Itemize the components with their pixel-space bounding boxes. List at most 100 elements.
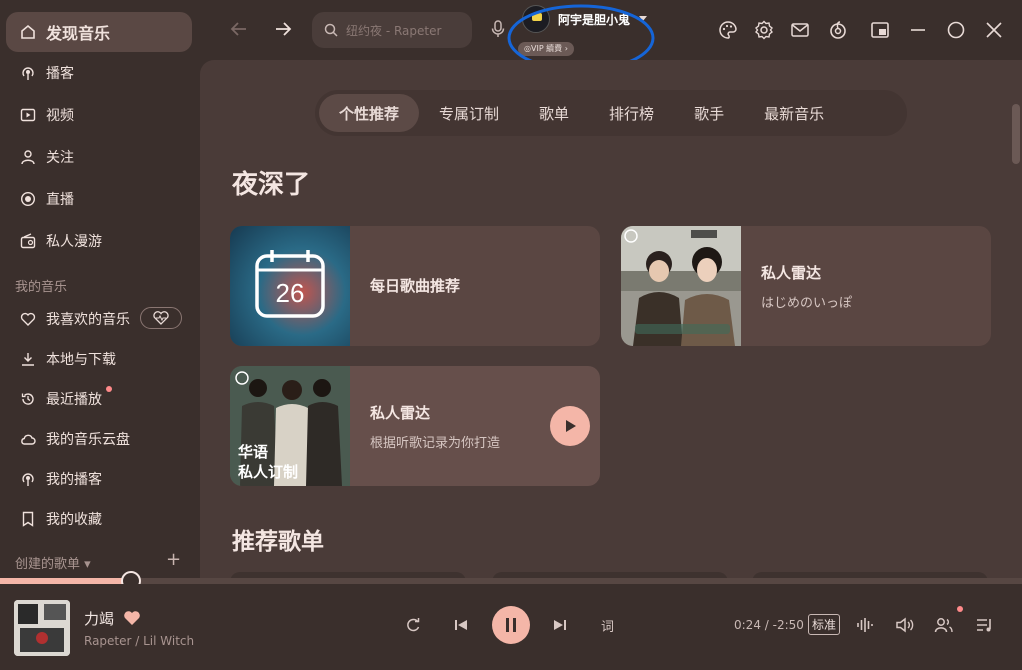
podcast-icon [22, 67, 34, 80]
tab-charts[interactable]: 排行榜 [589, 94, 674, 132]
heart-icon [20, 312, 36, 326]
previous-icon[interactable] [452, 616, 470, 634]
search-icon [324, 23, 338, 37]
song-title[interactable]: 力竭 [84, 608, 141, 629]
section-title: 夜深了 [232, 170, 311, 200]
tab-new-music[interactable]: 最新音乐 [744, 94, 844, 132]
sidebar-item-follow[interactable]: 关注 [6, 138, 192, 176]
minimize-icon[interactable] [908, 20, 928, 40]
quality-button[interactable]: 标准 [808, 614, 841, 635]
daily-recommend-card[interactable]: 26 每日歌曲推荐 [230, 226, 600, 346]
volume-icon[interactable] [895, 616, 915, 634]
heartbeat-icon [153, 311, 169, 325]
sidebar-item-label: 我的收藏 [46, 512, 102, 528]
video-icon [20, 108, 36, 122]
card-title: 每日歌曲推荐 [370, 277, 461, 295]
user-icon [21, 150, 35, 165]
cloud-icon [21, 434, 36, 445]
search-input[interactable]: 纽约夜 - Rapeter [312, 12, 472, 48]
cover-caption: 华语 私人订制 [238, 443, 299, 481]
sidebar-item-label: 发现音乐 [46, 24, 111, 43]
sidebar-item-label: 本地与下载 [46, 352, 116, 368]
tab-artists[interactable]: 歌手 [674, 94, 744, 132]
private-custom-card[interactable]: 华语 私人订制 私人雷达 根据听歌记录为你打造 [230, 366, 600, 486]
radio-icon [20, 233, 36, 249]
my-music-heading: 我的音乐 [15, 280, 68, 295]
sidebar-item-label: 播客 [46, 66, 74, 82]
maximize-icon[interactable] [946, 20, 966, 40]
playback-time: 0:24 / -2:50 [734, 618, 804, 632]
sidebar-item-label: 私人漫游 [46, 234, 102, 250]
sidebar-item-recent[interactable]: 最近播放 [6, 380, 192, 418]
sidebar-item-local-download[interactable]: 本地与下载 [6, 340, 192, 378]
song-artist[interactable]: Rapeter / Lil Witch [84, 634, 194, 648]
tab-personal-recommend[interactable]: 个性推荐 [319, 94, 420, 132]
album-cover[interactable] [14, 600, 70, 656]
calendar-day: 26 [276, 278, 305, 308]
sidebar: 发现音乐 播客 视频 关注 直播 私人漫游 我的音乐 我喜欢的音乐 本地与下载 … [0, 0, 200, 578]
main-content: 个性推荐 专属订制 歌单 排行榜 歌手 最新音乐 夜深了 26 每日歌曲推荐 私… [200, 60, 1022, 578]
private-radar-card[interactable]: 私人雷达 はじめのいっぽ [621, 226, 991, 346]
sidebar-item-cloud[interactable]: 我的音乐云盘 [6, 420, 192, 458]
sidebar-item-favorites[interactable]: 我的收藏 [6, 500, 192, 538]
repeat-icon[interactable] [404, 616, 422, 634]
card-subtitle: はじめのいっぽ [761, 296, 853, 311]
live-icon [20, 191, 36, 207]
sidebar-item-label: 我的播客 [46, 472, 102, 488]
search-placeholder: 纽约夜 - Rapeter [346, 23, 442, 38]
play-icon [566, 420, 576, 432]
listen-together-icon[interactable] [934, 616, 954, 634]
sidebar-item-podcast[interactable]: 播客 [6, 54, 192, 92]
topbar: 纽约夜 - Rapeter 阿宇是胆小鬼 ◎VIP 續費 › [200, 0, 1022, 72]
app-window: 发现音乐 播客 视频 关注 直播 私人漫游 我的音乐 我喜欢的音乐 本地与下载 … [0, 0, 1022, 670]
download-icon [22, 353, 34, 366]
sidebar-item-discover[interactable]: 发现音乐 [6, 12, 192, 52]
calendar-cover: 26 [230, 226, 350, 346]
notification-dot [106, 386, 112, 392]
scrollbar[interactable] [1012, 104, 1020, 164]
play-button[interactable] [550, 406, 590, 446]
home-icon [21, 24, 35, 39]
created-playlists-heading[interactable]: 创建的歌单 ▾ [15, 553, 91, 572]
playlist-queue-icon[interactable] [975, 616, 995, 634]
tab-custom[interactable]: 专属订制 [419, 94, 519, 132]
sidebar-item-label: 最近播放 [46, 392, 102, 408]
recommend-playlists-title: 推荐歌单 [232, 529, 324, 555]
pause-icon [506, 618, 516, 632]
player-bar: 力竭 Rapeter / Lil Witch 词 0:24 / -2:50 标准 [0, 584, 1022, 670]
sound-effect-icon[interactable] [856, 616, 874, 634]
sidebar-item-video[interactable]: 视频 [6, 96, 192, 134]
netease-logo-icon[interactable] [828, 20, 848, 40]
close-icon[interactable] [984, 20, 1004, 40]
bookmark-icon [22, 511, 34, 527]
gear-icon[interactable] [754, 20, 774, 40]
sidebar-item-label: 视频 [46, 108, 74, 124]
palette-icon[interactable] [718, 20, 738, 40]
plus-icon[interactable]: + [166, 551, 181, 569]
album-art [14, 600, 70, 656]
card-subtitle: 根据听歌记录为你打造 [370, 436, 501, 451]
tab-playlists[interactable]: 歌单 [519, 94, 589, 132]
podcast-icon [22, 473, 34, 486]
card-title: 私人雷达 [370, 404, 431, 422]
pause-button[interactable] [492, 606, 530, 644]
sidebar-item-my-podcast[interactable]: 我的播客 [6, 460, 192, 498]
card-title: 私人雷达 [761, 264, 822, 282]
sidebar-item-live[interactable]: 直播 [6, 180, 192, 218]
forward-arrow-icon[interactable] [272, 18, 294, 40]
next-icon[interactable] [551, 616, 569, 634]
mini-player-icon[interactable] [870, 20, 890, 40]
mail-icon[interactable] [790, 20, 810, 40]
radar-cover [621, 226, 741, 346]
history-icon [21, 393, 34, 405]
tab-bar: 个性推荐 专属订制 歌单 排行榜 歌手 最新音乐 [315, 90, 907, 136]
microphone-icon[interactable] [490, 20, 506, 38]
sidebar-item-label: 我的音乐云盘 [46, 432, 130, 448]
notification-dot [957, 606, 963, 612]
heart-icon[interactable] [123, 610, 141, 626]
heart-mode-button[interactable] [140, 307, 182, 329]
lyrics-button[interactable]: 词 [601, 616, 614, 635]
sidebar-item-private-roaming[interactable]: 私人漫游 [6, 222, 192, 260]
back-arrow-icon[interactable] [228, 18, 250, 40]
sidebar-item-label: 关注 [46, 150, 74, 166]
